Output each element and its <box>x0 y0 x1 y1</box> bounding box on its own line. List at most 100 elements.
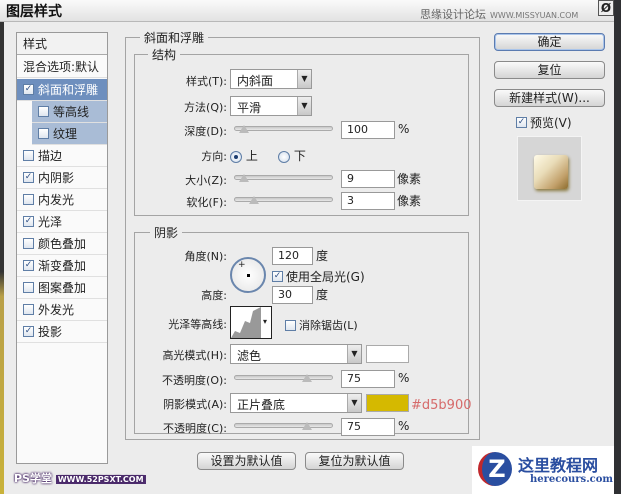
shadow-color-swatch[interactable] <box>366 394 409 412</box>
ok-button[interactable]: 确定 <box>494 33 605 51</box>
checkbox-icon[interactable] <box>23 304 34 315</box>
highlight-opacity-input[interactable]: 75 <box>341 370 395 388</box>
preview-label: 预览(V) <box>530 116 572 130</box>
styles-header: 样式 <box>17 33 107 55</box>
highlight-color-swatch[interactable] <box>366 345 409 363</box>
direction-label: 方向: <box>201 150 227 163</box>
reset-default-button[interactable]: 复位为默认值 <box>305 452 404 470</box>
highlight-mode-select[interactable]: 滤色 ▼ <box>230 344 362 364</box>
technique-select[interactable]: 平滑 ▼ <box>230 96 312 116</box>
shadow-opacity-slider[interactable] <box>234 422 333 430</box>
contour-curve-icon <box>231 307 261 338</box>
preview-checkbox[interactable]: ✓ 预览(V) <box>516 114 572 131</box>
angle-input[interactable]: 120 <box>272 247 313 265</box>
checkbox-icon[interactable] <box>38 106 49 117</box>
slider-thumb[interactable] <box>301 422 312 430</box>
make-default-button[interactable]: 设置为默认值 <box>197 452 296 470</box>
shadow-opacity-input[interactable]: 75 <box>341 418 395 436</box>
watermark-url: WWW.MISSYUAN.COM <box>490 11 579 20</box>
angle-dial[interactable]: + <box>230 257 266 293</box>
checkbox-checked-icon[interactable]: ✓ <box>23 172 34 183</box>
checkbox-checked-icon: ✓ <box>516 117 527 128</box>
global-light-checkbox[interactable]: ✓ 使用全局光(G) <box>272 268 365 285</box>
reset-button[interactable]: 复位 <box>494 61 605 79</box>
chevron-down-icon: ▼ <box>297 70 311 88</box>
new-style-button[interactable]: 新建样式(W)... <box>494 89 605 107</box>
shadow-opacity-unit: % <box>398 419 410 433</box>
shadow-color-annotation: #d5b900 <box>411 398 472 413</box>
depth-unit: % <box>398 122 410 136</box>
blend-options-item[interactable]: 混合选项:默认 <box>17 56 107 78</box>
direction-up-label: 上 <box>245 149 258 163</box>
direction-down-radio[interactable]: 下 <box>278 147 306 164</box>
style-item-label: 纹理 <box>53 127 78 141</box>
checkbox-icon[interactable] <box>23 238 34 249</box>
checkbox-checked-icon[interactable]: ✓ <box>23 216 34 227</box>
technique-label: 方法(Q): <box>184 101 227 114</box>
style-item-label: 描边 <box>38 149 63 163</box>
global-light-label: 使用全局光(G) <box>286 270 365 284</box>
checkbox-checked-icon[interactable]: ✓ <box>23 84 34 95</box>
style-item[interactable]: ✓ 渐变叠加 <box>17 255 107 277</box>
checkbox-checked-icon: ✓ <box>272 271 283 282</box>
style-item[interactable]: 图案叠加 <box>17 277 107 299</box>
slider-thumb[interactable] <box>238 174 249 182</box>
style-item[interactable]: 外发光 <box>17 299 107 321</box>
chevron-down-icon: ▾ <box>263 317 268 326</box>
depth-input[interactable]: 100 <box>341 121 395 139</box>
style-item-label: 内发光 <box>38 193 75 207</box>
radio-icon <box>230 150 242 163</box>
size-input[interactable]: 9 <box>341 170 395 188</box>
checkbox-icon[interactable] <box>23 282 34 293</box>
soften-slider[interactable] <box>234 196 333 204</box>
checkbox-checked-icon[interactable]: ✓ <box>23 260 34 271</box>
logo-left-text: PS学堂 <box>14 472 52 485</box>
highlight-opacity-slider[interactable] <box>234 374 333 382</box>
soften-label: 软化(F): <box>186 196 227 209</box>
shadow-opacity-label: 不透明度(C): <box>163 422 227 435</box>
close-icon[interactable]: Ø <box>598 0 614 16</box>
size-label: 大小(Z): <box>185 174 227 187</box>
checkbox-icon[interactable] <box>23 194 34 205</box>
style-item[interactable]: 等高线 <box>32 101 107 123</box>
shadow-mode-value: 正片叠底 <box>237 398 286 412</box>
checkbox-icon[interactable] <box>23 150 34 161</box>
altitude-input[interactable]: 30 <box>272 286 313 304</box>
chevron-down-icon: ▼ <box>297 97 311 115</box>
ps-xuetang-logo: PS学堂 WWW.52PSXT.COM <box>14 470 146 486</box>
style-item[interactable]: 纹理 <box>32 123 107 145</box>
depth-slider[interactable] <box>234 125 333 133</box>
style-item[interactable]: 内发光 <box>17 189 107 211</box>
logo-left-url: WWW.52PSXT.COM <box>55 475 146 484</box>
antialias-checkbox[interactable]: 消除锯齿(L) <box>285 317 358 333</box>
background-strip-right <box>614 0 621 494</box>
checkbox-checked-icon[interactable]: ✓ <box>23 326 34 337</box>
dial-center <box>247 274 250 277</box>
soften-unit: 像素 <box>397 194 422 208</box>
style-select[interactable]: 内斜面 ▼ <box>230 69 312 89</box>
style-item[interactable]: 描边 <box>17 145 107 167</box>
checkbox-icon[interactable] <box>38 128 49 139</box>
slider-thumb[interactable] <box>301 374 312 382</box>
style-label: 样式(T): <box>185 75 227 88</box>
antialias-label: 消除锯齿(L) <box>299 319 358 332</box>
bevel-title: 斜面和浮雕 <box>140 29 209 46</box>
highlight-opacity-label: 不透明度(O): <box>162 374 227 387</box>
preview-swatch <box>534 155 568 189</box>
style-item[interactable]: ✓ 内阴影 <box>17 167 107 189</box>
style-item[interactable]: ✓ 光泽 <box>17 211 107 233</box>
style-item[interactable]: 颜色叠加 <box>17 233 107 255</box>
gloss-contour-picker[interactable]: ▾ <box>230 306 272 339</box>
chevron-down-icon: ▼ <box>347 345 361 363</box>
slider-thumb[interactable] <box>249 196 260 204</box>
slider-thumb[interactable] <box>239 125 250 133</box>
shadow-mode-select[interactable]: 正片叠底 ▼ <box>230 393 362 413</box>
soften-input[interactable]: 3 <box>341 192 395 210</box>
chevron-down-icon: ▼ <box>347 394 361 412</box>
size-slider[interactable] <box>234 174 333 182</box>
style-item[interactable]: ✓ 斜面和浮雕 <box>17 79 107 101</box>
shading-title: 阴影 <box>150 224 183 241</box>
logo-right-text: 这里教程网 <box>518 456 599 475</box>
style-item[interactable]: ✓ 投影 <box>17 321 107 343</box>
direction-up-radio[interactable]: 上 <box>230 147 258 164</box>
